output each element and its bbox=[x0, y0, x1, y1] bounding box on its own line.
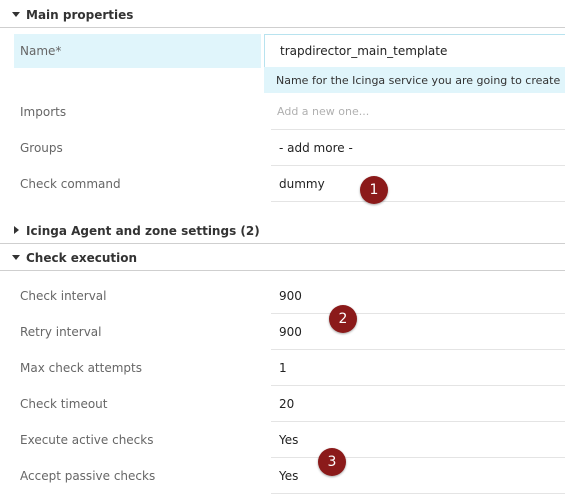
main-properties-header[interactable]: Main properties bbox=[0, 2, 565, 28]
annotation-badge-2: 2 bbox=[329, 305, 357, 333]
groups-label: Groups bbox=[20, 141, 63, 155]
accept-passive-checks-label: Accept passive checks bbox=[20, 469, 156, 483]
execute-active-checks-row: Execute active checks Yes bbox=[0, 422, 565, 458]
check-command-label: Check command bbox=[20, 177, 121, 191]
check-interval-label: Check interval bbox=[20, 289, 107, 303]
accept-passive-checks-select[interactable]: Yes bbox=[271, 458, 565, 494]
caret-down-icon bbox=[12, 10, 21, 19]
check-execution-title: Check execution bbox=[26, 250, 138, 265]
imports-label: Imports bbox=[20, 105, 67, 119]
groups-row: Groups - add more - bbox=[0, 130, 565, 166]
check-command-row: Check command dummy bbox=[0, 166, 565, 202]
imports-placeholder: Add a new one... bbox=[277, 105, 370, 118]
annotation-badge-1: 1 bbox=[360, 176, 388, 204]
imports-row: Imports Add a new one... bbox=[0, 94, 565, 130]
main-properties-title: Main properties bbox=[26, 7, 134, 22]
name-field[interactable]: trapdirector_main_template bbox=[264, 34, 565, 67]
check-execution-header[interactable]: Check execution bbox=[0, 245, 565, 271]
caret-right-icon bbox=[12, 226, 21, 235]
name-row: Name* trapdirector_main_template Name fo… bbox=[0, 34, 565, 93]
agent-zone-header[interactable]: Icinga Agent and zone settings (2) bbox=[0, 218, 565, 244]
retry-interval-row: Retry interval 900 bbox=[0, 314, 565, 350]
agent-zone-title: Icinga Agent and zone settings (2) bbox=[26, 223, 260, 238]
check-timeout-row: Check timeout 20 bbox=[0, 386, 565, 422]
check-timeout-field[interactable]: 20 bbox=[271, 386, 565, 422]
execute-active-checks-select[interactable]: Yes bbox=[271, 422, 565, 458]
check-timeout-label: Check timeout bbox=[20, 397, 108, 411]
retry-interval-field[interactable]: 900 bbox=[271, 314, 565, 350]
accept-passive-checks-row: Accept passive checks Yes bbox=[0, 458, 565, 494]
name-label: Name* bbox=[14, 34, 261, 68]
service-template-form: Main properties Name* trapdirector_main_… bbox=[0, 0, 565, 494]
max-check-attempts-row: Max check attempts 1 bbox=[0, 350, 565, 386]
groups-select[interactable]: - add more - bbox=[271, 130, 565, 166]
check-command-field[interactable]: dummy bbox=[271, 166, 565, 202]
max-check-attempts-label: Max check attempts bbox=[20, 361, 142, 375]
retry-interval-label: Retry interval bbox=[20, 325, 102, 339]
check-interval-row: Check interval 900 bbox=[0, 278, 565, 314]
caret-down-icon bbox=[12, 253, 21, 262]
imports-input[interactable]: Add a new one... bbox=[271, 94, 565, 130]
annotation-badge-3: 3 bbox=[318, 448, 346, 476]
execute-active-checks-label: Execute active checks bbox=[20, 433, 154, 447]
name-hint: Name for the Icinga service you are goin… bbox=[264, 67, 565, 93]
max-check-attempts-field[interactable]: 1 bbox=[271, 350, 565, 386]
check-interval-field[interactable]: 900 bbox=[271, 278, 565, 314]
